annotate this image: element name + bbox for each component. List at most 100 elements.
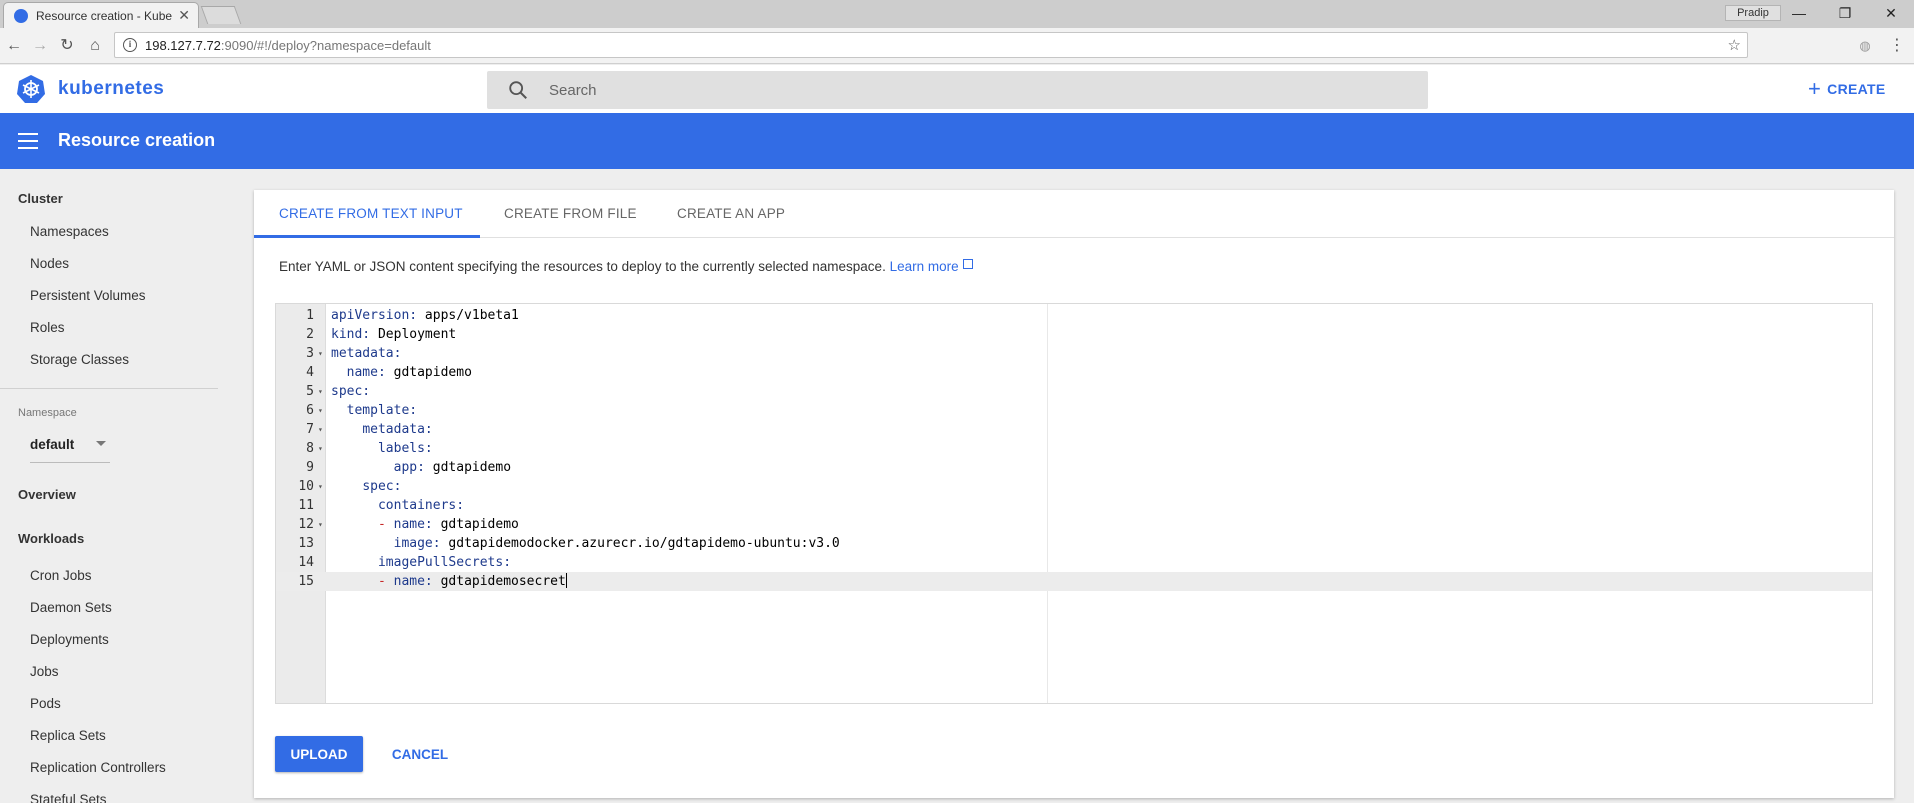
line-number: 14	[298, 555, 314, 570]
fold-toggle-icon[interactable]: ▾	[318, 439, 323, 458]
yaml-key: app:	[393, 460, 425, 475]
sidebar-heading-workloads[interactable]: Workloads	[18, 531, 84, 546]
namespace-value: default	[30, 437, 75, 452]
editor-line[interactable]: 15 - name: gdtapidemosecret	[276, 572, 1872, 591]
tab-create-an-app[interactable]: CREATE AN APP	[677, 206, 785, 221]
browser-tab-bar: Resource creation - Kube ✕ Pradip — ❐ ✕	[0, 0, 1914, 28]
yaml-key: kind:	[331, 327, 371, 342]
line-number: 4	[306, 365, 314, 380]
editor-line[interactable]: 14 imagePullSecrets:	[276, 553, 1872, 572]
maximize-icon[interactable]: ❐	[1822, 2, 1868, 24]
search-input[interactable]	[549, 81, 1349, 99]
editor-line[interactable]: 2 kind: Deployment	[276, 325, 1872, 344]
editor-line[interactable]: 12 ▾ - name: gdtapidemo	[276, 515, 1872, 534]
sidebar-item-jobs[interactable]: Jobs	[30, 664, 59, 679]
yaml-editor[interactable]: 1 apiVersion: apps/v1beta1 2 kind: Deployme…	[275, 303, 1873, 704]
cancel-button[interactable]: CANCEL	[380, 736, 460, 772]
tab-bar: CREATE FROM TEXT INPUT CREATE FROM FILE …	[254, 190, 1894, 238]
editor-line[interactable]: 10 ▾ spec:	[276, 477, 1872, 496]
namespace-select[interactable]: default	[30, 437, 110, 463]
home-icon[interactable]: ⌂	[84, 35, 106, 57]
app-header: kubernetes + CREATE	[0, 65, 1914, 113]
browser-menu-icon[interactable]: ⋮	[1886, 35, 1908, 57]
sidebar-divider	[0, 388, 218, 389]
fold-toggle-icon[interactable]: ▾	[318, 420, 323, 439]
minimize-icon[interactable]: —	[1776, 2, 1822, 24]
code-text: app: gdtapidemo	[393, 460, 512, 475]
tab-create-from-file[interactable]: CREATE FROM FILE	[504, 206, 637, 221]
extension-icon[interactable]: ◍	[1854, 35, 1876, 57]
brand-name[interactable]: kubernetes	[58, 78, 164, 100]
yaml-key: apiVersion:	[331, 308, 418, 323]
site-info-icon[interactable]: i	[123, 38, 137, 52]
external-link-icon[interactable]	[962, 259, 973, 269]
sidebar-item-deployments[interactable]: Deployments	[30, 632, 109, 647]
create-label: CREATE	[1827, 81, 1886, 97]
sidebar-item-storage-classes[interactable]: Storage Classes	[30, 352, 129, 367]
editor-line[interactable]: 4 name: gdtapidemo	[276, 363, 1872, 382]
namespace-label: Namespace	[18, 407, 77, 419]
page-title-bar: Resource creation	[0, 113, 1914, 169]
code-text: spec:	[331, 477, 401, 496]
search-bar[interactable]	[487, 71, 1428, 109]
editor-line[interactable]: 8 ▾ labels:	[276, 439, 1872, 458]
hamburger-menu-icon[interactable]	[18, 133, 38, 149]
sidebar-item-cron-jobs[interactable]: Cron Jobs	[30, 568, 92, 583]
bookmark-star-icon[interactable]: ☆	[1728, 36, 1741, 54]
reload-icon[interactable]: ↻	[56, 35, 78, 57]
line-number: 12	[298, 517, 314, 532]
code-text: - name: gdtapidemosecret	[377, 573, 567, 589]
sidebar-heading-cluster[interactable]: Cluster	[18, 191, 63, 206]
code-text: metadata:	[331, 420, 432, 439]
sidebar-item-persistent-volumes[interactable]: Persistent Volumes	[30, 288, 146, 303]
new-tab-button[interactable]	[200, 6, 242, 24]
line-number: 15	[298, 574, 314, 589]
line-number: 9	[306, 460, 314, 475]
fold-toggle-icon[interactable]: ▾	[318, 401, 323, 420]
code-text: apiVersion: apps/v1beta1	[331, 308, 519, 323]
fold-toggle-icon[interactable]: ▾	[318, 344, 323, 363]
line-number: 1	[306, 308, 314, 323]
fold-toggle-icon[interactable]: ▾	[318, 515, 323, 534]
yaml-key: name:	[346, 365, 386, 380]
kubernetes-logo-icon[interactable]	[16, 74, 46, 104]
editor-line[interactable]: 3 ▾ metadata:	[276, 344, 1872, 363]
yaml-key: labels:	[377, 441, 433, 456]
editor-line[interactable]: 9 app: gdtapidemo	[276, 458, 1872, 477]
editor-line[interactable]: 6 ▾ template:	[276, 401, 1872, 420]
browser-tab[interactable]: Resource creation - Kube ✕	[3, 2, 199, 28]
editor-line[interactable]: 11 containers:	[276, 496, 1872, 515]
yaml-key: spec:	[331, 384, 371, 399]
sidebar-item-replication-controllers[interactable]: Replication Controllers	[30, 760, 166, 775]
editor-line[interactable]: 5 ▾ spec:	[276, 382, 1872, 401]
profile-button[interactable]: Pradip	[1725, 5, 1781, 21]
yaml-list-dash: -	[377, 574, 394, 589]
fold-toggle-icon[interactable]: ▾	[318, 477, 323, 496]
yaml-key: name:	[393, 574, 433, 589]
line-number: 7	[306, 422, 314, 437]
editor-line[interactable]: 1 apiVersion: apps/v1beta1	[276, 306, 1872, 325]
sidebar-item-overview[interactable]: Overview	[18, 487, 76, 502]
address-bar[interactable]: i 198.127.7.72:9090/#!/deploy?namespace=…	[114, 32, 1748, 58]
create-button[interactable]: + CREATE	[1808, 78, 1885, 100]
sidebar-item-nodes[interactable]: Nodes	[30, 256, 69, 271]
sidebar-item-pods[interactable]: Pods	[30, 696, 61, 711]
sidebar-item-daemon-sets[interactable]: Daemon Sets	[30, 600, 112, 615]
editor-line[interactable]: 7 ▾ metadata:	[276, 420, 1872, 439]
editor-line[interactable]: 13 image: gdtapidemodocker.azurecr.io/gd…	[276, 534, 1872, 553]
sidebar-item-stateful-sets[interactable]: Stateful Sets	[30, 792, 107, 803]
sidebar-item-namespaces[interactable]: Namespaces	[30, 224, 109, 239]
sidebar-item-roles[interactable]: Roles	[30, 320, 65, 335]
sidebar-item-replica-sets[interactable]: Replica Sets	[30, 728, 106, 743]
back-icon[interactable]: ←	[3, 35, 25, 57]
close-window-icon[interactable]: ✕	[1868, 2, 1914, 24]
forward-icon[interactable]: →	[29, 35, 51, 57]
learn-more-link[interactable]: Learn more	[890, 259, 959, 274]
page-title: Resource creation	[58, 130, 216, 150]
close-tab-icon[interactable]: ✕	[178, 7, 190, 24]
upload-button[interactable]: UPLOAD	[275, 736, 363, 772]
fold-toggle-icon[interactable]: ▾	[318, 382, 323, 401]
tab-create-from-text-input[interactable]: CREATE FROM TEXT INPUT	[279, 206, 463, 221]
line-number: 10	[298, 479, 314, 494]
yaml-key: metadata:	[331, 346, 402, 361]
